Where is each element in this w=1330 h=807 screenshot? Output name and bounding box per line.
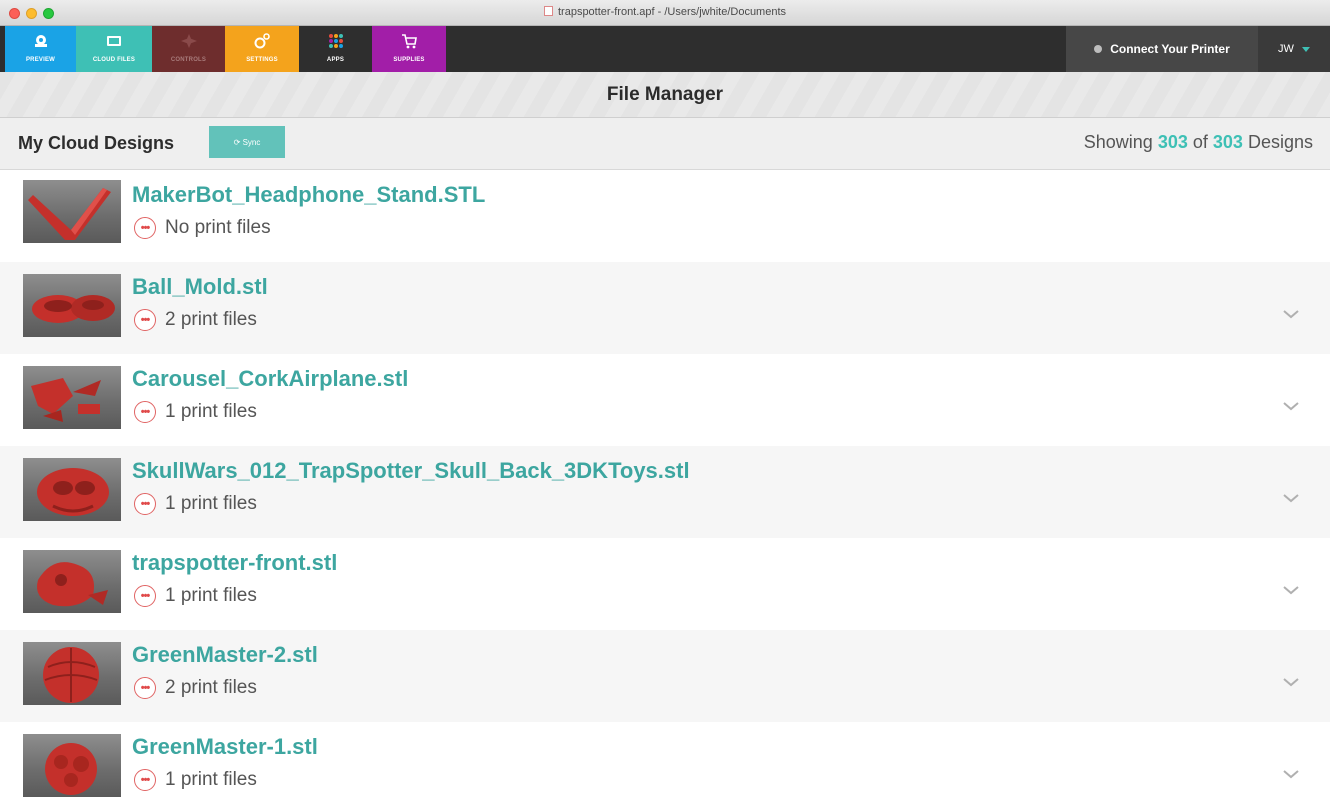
tab-apps-label: APPS bbox=[326, 57, 345, 63]
print-files-count: 1 print files bbox=[165, 401, 257, 422]
sync-button[interactable]: ⟳ Sync bbox=[209, 126, 285, 158]
more-options-icon[interactable]: ••• bbox=[134, 401, 156, 423]
chevron-down-icon[interactable] bbox=[1282, 492, 1300, 504]
print-files-info: ••• 1 print files bbox=[134, 585, 257, 607]
page-title: File Manager bbox=[606, 83, 724, 105]
tab-cloud-files-label: CLOUD FILES bbox=[92, 57, 136, 63]
tab-settings[interactable]: SETTINGS bbox=[225, 26, 299, 72]
file-name-link[interactable]: Carousel_CorkAirplane.stl bbox=[132, 366, 408, 392]
tab-preview-label: PREVIEW bbox=[25, 57, 56, 63]
window-title-container: trapspotter-front.apf - /Users/jwhite/Do… bbox=[0, 6, 1330, 18]
print-files-count: 2 print files bbox=[165, 677, 257, 698]
file-name-link[interactable]: GreenMaster-2.stl bbox=[132, 642, 318, 668]
file-row[interactable]: GreenMaster-1.stl ••• 1 print files bbox=[0, 722, 1330, 807]
designs-subbar: My Cloud Designs Showing 303 of 303 Desi… bbox=[0, 118, 1330, 170]
document-icon bbox=[543, 6, 553, 16]
chevron-down-icon[interactable] bbox=[1282, 400, 1300, 412]
print-files-info: ••• 1 print files bbox=[134, 769, 257, 791]
more-options-icon[interactable]: ••• bbox=[134, 677, 156, 699]
chevron-down-icon[interactable] bbox=[1282, 308, 1300, 320]
tab-controls[interactable]: CONTROLS bbox=[152, 26, 225, 72]
more-options-icon[interactable]: ••• bbox=[134, 585, 156, 607]
tab-cloud-files[interactable]: CLOUD FILES bbox=[76, 26, 152, 72]
tab-controls-label: CONTROLS bbox=[170, 57, 207, 63]
print-files-count: 2 print files bbox=[165, 309, 257, 330]
print-files-count: No print files bbox=[165, 217, 271, 238]
file-thumbnail bbox=[23, 734, 121, 797]
file-thumbnail bbox=[23, 642, 121, 705]
print-files-count: 1 print files bbox=[165, 493, 257, 514]
file-name-link[interactable]: trapspotter-front.stl bbox=[132, 550, 337, 576]
file-row[interactable]: Ball_Mold.stl ••• 2 print files bbox=[0, 262, 1330, 354]
controls-icon bbox=[180, 34, 197, 48]
file-thumbnail bbox=[23, 274, 121, 337]
file-name-link[interactable]: SkullWars_012_TrapSpotter_Skull_Back_3DK… bbox=[132, 458, 690, 484]
file-row[interactable]: GreenMaster-2.stl ••• 2 print files bbox=[0, 630, 1330, 722]
file-name-link[interactable]: Ball_Mold.stl bbox=[132, 274, 268, 300]
file-thumbnail bbox=[23, 550, 121, 613]
more-options-icon[interactable]: ••• bbox=[134, 309, 156, 331]
chevron-down-icon[interactable] bbox=[1282, 768, 1300, 780]
cart-icon bbox=[402, 34, 417, 49]
more-options-icon[interactable]: ••• bbox=[134, 769, 156, 791]
tab-supplies-label: SUPPLIES bbox=[393, 57, 425, 63]
showing-total: 303 bbox=[1212, 132, 1243, 152]
more-options-icon[interactable]: ••• bbox=[134, 493, 156, 515]
chevron-down-icon[interactable] bbox=[1282, 676, 1300, 688]
window-title: trapspotter-front.apf - /Users/jwhite/Do… bbox=[557, 6, 787, 18]
main-toolbar: PREVIEW CLOUD FILES CONTROLS SETTINGS AP… bbox=[0, 26, 1330, 72]
print-files-info: ••• 2 print files bbox=[134, 677, 257, 699]
file-row[interactable]: trapspotter-front.stl ••• 1 print files bbox=[0, 538, 1330, 630]
file-thumbnail bbox=[23, 366, 121, 429]
page-header: File Manager bbox=[0, 72, 1330, 118]
print-files-count: 1 print files bbox=[165, 585, 257, 606]
print-files-info: ••• 1 print files bbox=[134, 493, 257, 515]
file-thumbnail bbox=[23, 458, 121, 521]
printer-status-icon bbox=[1094, 45, 1103, 53]
user-initials: JW bbox=[1278, 43, 1294, 55]
connect-printer-button[interactable]: Connect Your Printer bbox=[1066, 26, 1258, 72]
print-files-info: ••• 2 print files bbox=[134, 309, 257, 331]
connect-printer-label: Connect Your Printer bbox=[1110, 42, 1230, 56]
more-options-icon[interactable]: ••• bbox=[134, 217, 156, 239]
chevron-down-icon[interactable] bbox=[1282, 584, 1300, 596]
file-name-link[interactable]: MakerBot_Headphone_Stand.STL bbox=[132, 182, 485, 208]
print-files-info: ••• No print files bbox=[134, 217, 271, 239]
cloud-files-icon bbox=[107, 36, 121, 46]
design-count: Showing 303 of 303 Designs bbox=[1084, 132, 1313, 153]
showing-suffix: Designs bbox=[1247, 132, 1313, 152]
file-list: MakerBot_Headphone_Stand.STL ••• No prin… bbox=[0, 170, 1330, 807]
file-row[interactable]: MakerBot_Headphone_Stand.STL ••• No prin… bbox=[0, 170, 1330, 262]
apps-icon bbox=[328, 34, 343, 48]
user-menu[interactable]: JW bbox=[1258, 26, 1330, 72]
showing-count: 303 bbox=[1157, 132, 1188, 152]
chevron-down-icon bbox=[1301, 46, 1310, 52]
tab-supplies[interactable]: SUPPLIES bbox=[372, 26, 446, 72]
tab-apps[interactable]: APPS bbox=[299, 26, 372, 72]
preview-icon bbox=[34, 35, 47, 47]
file-row[interactable]: Carousel_CorkAirplane.stl ••• 1 print fi… bbox=[0, 354, 1330, 446]
section-title: My Cloud Designs bbox=[18, 133, 175, 153]
showing-of: of bbox=[1192, 132, 1208, 152]
showing-prefix: Showing bbox=[1083, 132, 1153, 152]
window-titlebar: trapspotter-front.apf - /Users/jwhite/Do… bbox=[0, 0, 1330, 26]
print-files-info: ••• 1 print files bbox=[134, 401, 257, 423]
file-row[interactable]: SkullWars_012_TrapSpotter_Skull_Back_3DK… bbox=[0, 446, 1330, 538]
settings-icon bbox=[254, 33, 270, 49]
file-thumbnail bbox=[23, 180, 121, 243]
tab-settings-label: SETTINGS bbox=[246, 57, 278, 63]
print-files-count: 1 print files bbox=[165, 769, 257, 790]
tab-preview[interactable]: PREVIEW bbox=[5, 26, 76, 72]
file-name-link[interactable]: GreenMaster-1.stl bbox=[132, 734, 318, 760]
